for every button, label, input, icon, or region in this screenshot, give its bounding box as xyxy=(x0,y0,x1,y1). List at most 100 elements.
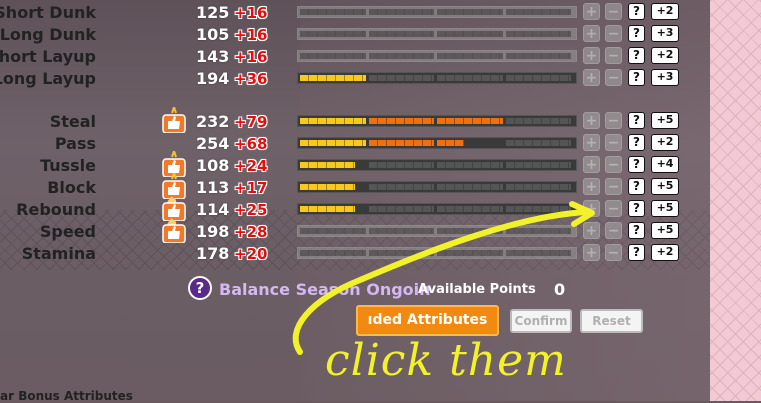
attribute-bonus: +36 xyxy=(234,70,268,88)
thumbs-up-icon xyxy=(162,107,186,133)
bar-segment xyxy=(300,31,366,37)
increment-label: +3 xyxy=(651,69,679,86)
minus-button[interactable]: − xyxy=(605,3,622,20)
bar-segment xyxy=(437,184,503,190)
bar-segment xyxy=(505,75,571,81)
attribute-bonus: +25 xyxy=(234,201,268,219)
attribute-name: Short Layup xyxy=(0,47,96,66)
fire-thumbs-up-icon xyxy=(162,218,186,243)
attribute-name: Rebound xyxy=(16,200,96,219)
attribute-bar xyxy=(297,159,577,171)
info-button[interactable]: ? xyxy=(628,112,645,129)
bar-segment xyxy=(300,75,366,81)
bar-segment xyxy=(505,184,571,190)
minus-button[interactable]: − xyxy=(605,69,622,86)
bar-segment xyxy=(505,31,571,37)
annotation-text: click them xyxy=(325,335,567,386)
reset-button[interactable]: Reset xyxy=(580,309,643,333)
confirm-button[interactable]: Confirm xyxy=(510,309,572,333)
attribute-name: Long Dunk xyxy=(0,25,96,44)
info-button[interactable]: ? xyxy=(628,222,645,239)
increment-label: +3 xyxy=(651,25,679,42)
attribute-bonus: +16 xyxy=(234,26,268,44)
bar-segment xyxy=(437,9,503,15)
info-button[interactable]: ? xyxy=(628,244,645,261)
bar-segment xyxy=(437,162,503,168)
bar-segment xyxy=(300,9,366,15)
minus-button[interactable]: − xyxy=(605,47,622,64)
plus-button[interactable]: + xyxy=(583,200,600,217)
attribute-row: Long Layup 194 +36 + −? +3 xyxy=(0,68,700,90)
bar-segment xyxy=(505,162,571,168)
info-button[interactable]: ? xyxy=(628,156,645,173)
bar-segment xyxy=(437,31,503,37)
increment-label: +5 xyxy=(651,178,679,195)
bar-segment xyxy=(368,162,434,168)
help-icon[interactable]: ? xyxy=(188,276,212,300)
attribute-value: 178 xyxy=(196,244,230,263)
minus-button[interactable]: − xyxy=(605,112,622,129)
minus-button[interactable]: − xyxy=(605,200,622,217)
bar-segment xyxy=(300,184,355,190)
attribute-value: 254 xyxy=(196,134,230,153)
attribute-bar xyxy=(297,181,577,193)
plus-button[interactable]: + xyxy=(583,112,600,129)
attribute-row: Speed 198 +28 + −? +5 xyxy=(0,218,700,243)
info-button[interactable]: ? xyxy=(628,134,645,151)
info-button[interactable]: ? xyxy=(628,69,645,86)
attribute-name: Pass xyxy=(54,134,96,153)
increment-label: +5 xyxy=(651,222,679,239)
info-button[interactable]: ? xyxy=(628,25,645,42)
minus-button[interactable]: − xyxy=(605,134,622,151)
attribute-bonus: +24 xyxy=(234,157,268,175)
plus-button[interactable]: + xyxy=(583,47,600,64)
attribute-name: Tussle xyxy=(40,156,96,175)
minus-button[interactable]: − xyxy=(605,222,622,239)
attribute-row: Short Layup 143+16 +−? +2 xyxy=(0,46,700,68)
bar-segment xyxy=(505,228,571,234)
attribute-value: 143 xyxy=(196,47,230,66)
attribute-bar xyxy=(297,137,577,149)
attribute-name: Short Dunk xyxy=(0,3,96,22)
attribute-name: Long Layup xyxy=(0,69,96,88)
attribute-name: Block xyxy=(47,178,96,197)
attribute-bonus: +20 xyxy=(234,245,268,263)
info-button[interactable]: ? xyxy=(628,200,645,217)
bar-segment xyxy=(505,118,571,124)
bar-segment xyxy=(437,206,503,212)
plus-button[interactable]: + xyxy=(583,178,600,195)
increment-label: +2 xyxy=(651,134,679,151)
side-panel xyxy=(710,0,761,401)
bar-segment xyxy=(300,162,355,168)
plus-button[interactable]: + xyxy=(583,69,600,86)
bar-segment xyxy=(368,184,434,190)
plus-button[interactable]: + xyxy=(583,156,600,173)
attribute-value: 113 xyxy=(196,178,230,197)
plus-button[interactable]: + xyxy=(583,244,600,261)
info-button[interactable]: ? xyxy=(628,178,645,195)
plus-button[interactable]: + xyxy=(583,25,600,42)
bar-segment xyxy=(300,118,366,124)
minus-button[interactable]: − xyxy=(605,178,622,195)
minus-button[interactable]: − xyxy=(605,156,622,173)
bar-segment xyxy=(300,250,366,256)
attribute-bar xyxy=(297,225,577,237)
plus-button[interactable]: + xyxy=(583,134,600,151)
attribute-value: 198 xyxy=(196,222,230,241)
attribute-row: Block 113 +17 + −? +5 xyxy=(0,173,700,199)
bar-segment xyxy=(437,53,503,59)
minus-button[interactable]: − xyxy=(605,244,622,261)
bar-segment xyxy=(368,31,434,37)
plus-button[interactable]: + xyxy=(583,222,600,239)
add-attributes-button[interactable]: ıded Attributes xyxy=(356,305,499,336)
increment-label: +2 xyxy=(651,244,679,261)
attribute-value: 194 xyxy=(196,69,230,88)
bar-segment xyxy=(368,206,434,212)
bar-segment xyxy=(437,228,503,234)
attribute-bar xyxy=(297,72,577,84)
plus-button[interactable]: + xyxy=(583,3,600,20)
info-button[interactable]: ? xyxy=(628,3,645,20)
attribute-bonus: +68 xyxy=(234,135,268,153)
info-button[interactable]: ? xyxy=(628,47,645,64)
minus-button[interactable]: − xyxy=(605,25,622,42)
